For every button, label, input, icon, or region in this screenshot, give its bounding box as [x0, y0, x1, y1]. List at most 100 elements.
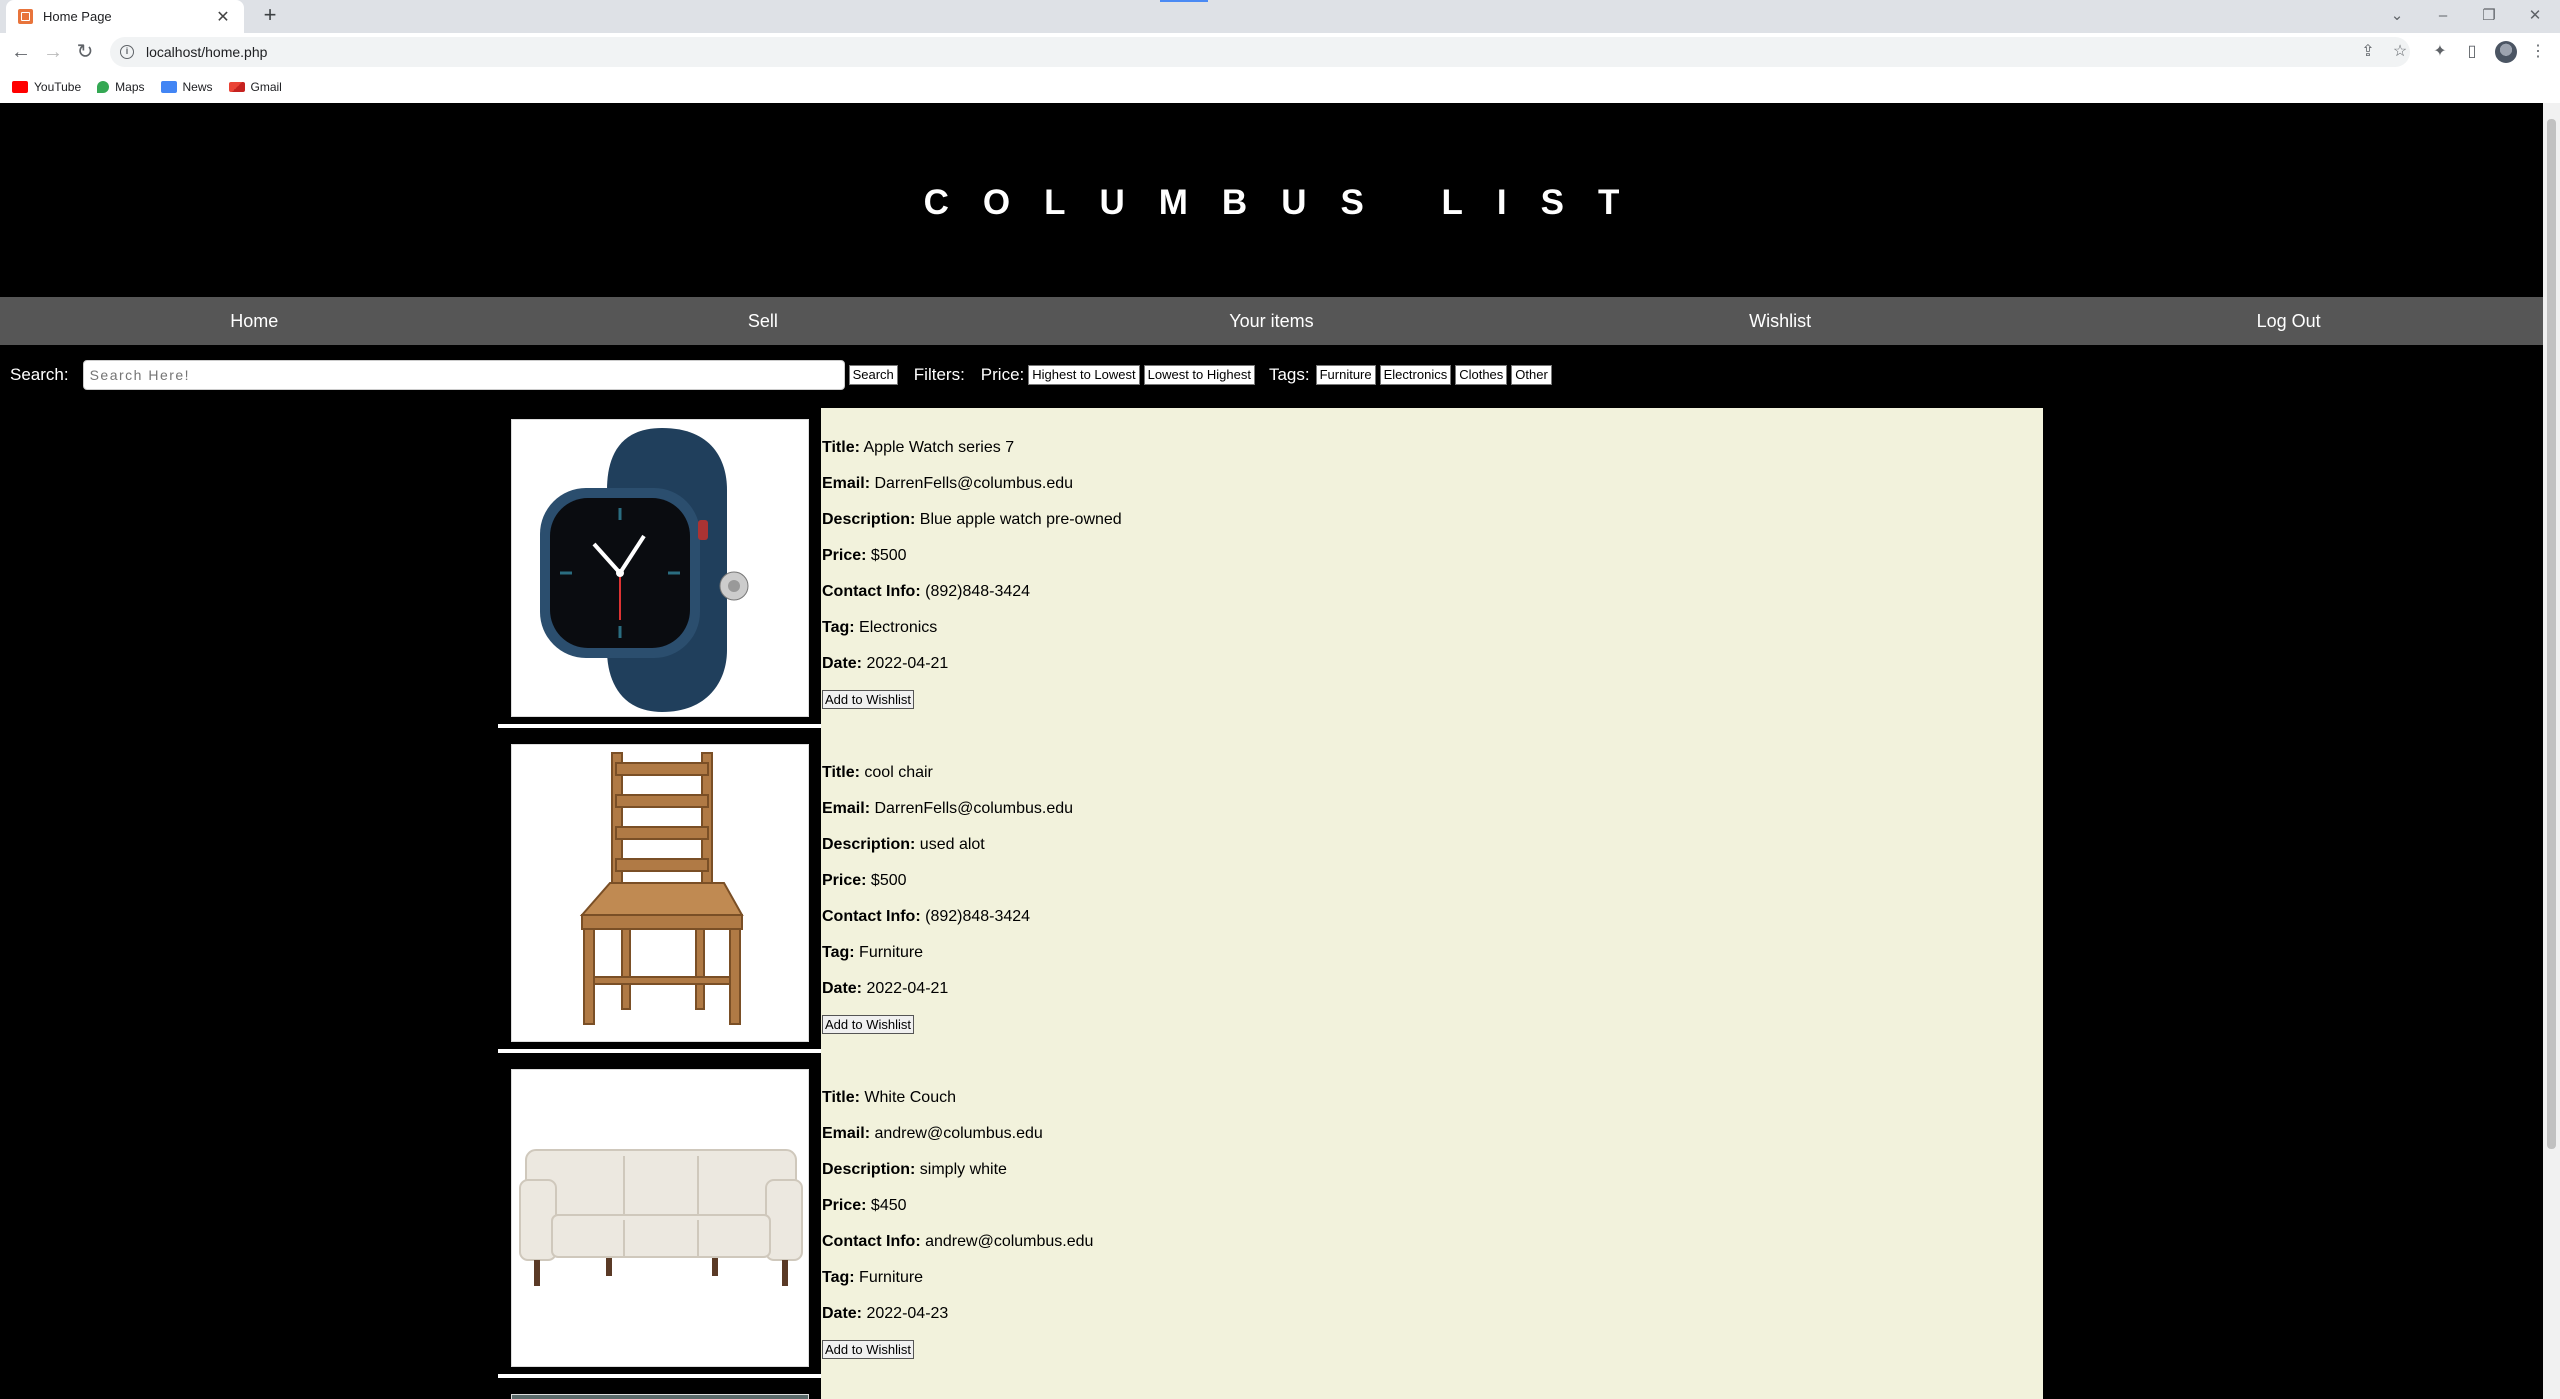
tag-clothes-button[interactable]: Clothes	[1455, 365, 1508, 385]
date-label: Date:	[822, 655, 863, 672]
tag-furniture-button[interactable]: Furniture	[1315, 365, 1376, 385]
maps-icon	[97, 81, 110, 93]
search-input[interactable]	[82, 360, 845, 390]
listing-description-row: Description: simply white	[822, 1160, 2043, 1196]
new-tab-icon[interactable]: +	[258, 4, 282, 28]
title-label: Title:	[822, 764, 860, 781]
listing-email-row: Email: DarrenFells@columbus.edu	[822, 474, 2043, 510]
browser-toolbar: ← → ↻ i localhost/home.php ⇪ ☆ ✦ ▯ ⋮	[0, 33, 2560, 71]
forward-icon[interactable]: →	[40, 39, 66, 65]
listing-price-row: Price: $500	[822, 546, 2043, 582]
listing-tag: Electronics	[859, 619, 938, 636]
listing-title-row: Title: Apple Watch series 7	[822, 438, 2043, 474]
bookmark-star-icon[interactable]: ☆	[2386, 37, 2414, 67]
listing-description-row: Description: used alot	[822, 835, 2043, 871]
page-scrollbar[interactable]	[2543, 103, 2560, 1399]
listing-card: Title: Apple Watch series 7 Email: Darre…	[498, 408, 2043, 733]
listing-email: DarrenFells@columbus.edu	[874, 800, 1074, 817]
tab-indicator	[1160, 0, 1208, 2]
address-bar[interactable]: i localhost/home.php	[110, 37, 2410, 67]
extensions-icon[interactable]: ✦	[2426, 37, 2454, 67]
bookmark-youtube[interactable]: YouTube	[12, 80, 81, 94]
listing-details: Title: White Couch Email: andrew@columbu…	[821, 1058, 2043, 1383]
price-label: Price:	[822, 547, 867, 564]
listing-price: $500	[870, 547, 907, 564]
nav-wishlist[interactable]: Wishlist	[1526, 297, 2035, 345]
listing-tag: Furniture	[859, 1269, 924, 1286]
price-label: Price:	[822, 1197, 867, 1214]
listing-date: 2022-04-21	[866, 980, 949, 997]
listing-card-partial	[498, 1383, 2043, 1399]
browser-tab[interactable]: Home Page ✕	[6, 0, 244, 33]
description-label: Description:	[822, 511, 916, 528]
price-label: Price:	[980, 365, 1025, 384]
menu-kebab-icon[interactable]: ⋮	[2524, 37, 2552, 67]
search-button[interactable]: Search	[848, 365, 898, 385]
minimize-icon[interactable]: –	[2420, 2, 2466, 30]
nav-home[interactable]: Home	[0, 297, 509, 345]
listings: Title: Apple Watch series 7 Email: Darre…	[498, 408, 2043, 1399]
bookmark-maps[interactable]: Maps	[97, 80, 145, 94]
nav-sell[interactable]: Sell	[509, 297, 1018, 345]
window-close-icon[interactable]: ✕	[2512, 2, 2558, 30]
back-icon[interactable]: ←	[8, 39, 34, 65]
listing-separator	[498, 1049, 821, 1053]
listing-image-column	[498, 733, 821, 1053]
filters-label: Filters:	[913, 365, 965, 384]
listing-tag: Furniture	[859, 944, 924, 961]
url-text: localhost/home.php	[146, 44, 268, 60]
listing-date-row: Date: 2022-04-21	[822, 979, 2043, 1015]
site-title: COLUMBUS LIST	[923, 183, 1654, 222]
email-label: Email:	[822, 1125, 871, 1142]
listing-details: Title: cool chair Email: DarrenFells@col…	[821, 733, 2043, 1058]
listing-date: 2022-04-23	[866, 1305, 949, 1322]
listing-title: White Couch	[864, 1089, 956, 1106]
tag-other-button[interactable]: Other	[1511, 365, 1552, 385]
wishlist-row: Add to Wishlist	[822, 1015, 2043, 1051]
xampp-favicon-icon	[18, 9, 33, 24]
wooden-chair-image	[511, 744, 809, 1042]
add-to-wishlist-button[interactable]: Add to Wishlist	[822, 1015, 914, 1034]
youtube-icon	[12, 81, 28, 93]
news-icon	[160, 81, 177, 93]
bookmark-gmail[interactable]: Gmail	[228, 80, 282, 94]
add-to-wishlist-button[interactable]: Add to Wishlist	[822, 690, 914, 709]
site-info-icon[interactable]: i	[120, 45, 134, 59]
page-viewport: COLUMBUS LIST Home Sell Your items Wishl…	[0, 103, 2543, 1399]
bookmark-label: Gmail	[250, 80, 282, 94]
listing-contact-row: Contact Info: (892)848-3424	[822, 582, 2043, 618]
listing-title-row: Title: cool chair	[822, 763, 2043, 799]
wishlist-row: Add to Wishlist	[822, 1340, 2043, 1376]
listing-description: used alot	[919, 836, 985, 853]
listing-image-column	[498, 1058, 821, 1378]
side-panel-icon[interactable]: ▯	[2458, 37, 2486, 67]
listing-price-row: Price: $500	[822, 871, 2043, 907]
profile-avatar[interactable]	[2495, 41, 2517, 63]
bookmark-news[interactable]: News	[160, 80, 213, 94]
listing-description: Blue apple watch pre-owned	[919, 511, 1122, 528]
tag-label: Tag:	[822, 944, 855, 961]
scrollbar-thumb[interactable]	[2547, 119, 2556, 1149]
listing-card: Title: White Couch Email: andrew@columbu…	[498, 1058, 2043, 1383]
listing-contact: andrew@columbus.edu	[925, 1233, 1094, 1250]
nav-your-items[interactable]: Your items	[1017, 297, 1526, 345]
tag-electronics-button[interactable]: Electronics	[1379, 365, 1452, 385]
add-to-wishlist-button[interactable]: Add to Wishlist	[822, 1340, 914, 1359]
bookmark-label: News	[182, 80, 213, 94]
listing-image-partial	[511, 1394, 809, 1399]
contact-label: Contact Info:	[822, 908, 921, 925]
close-tab-icon[interactable]: ✕	[214, 7, 232, 27]
listing-date: 2022-04-21	[866, 655, 949, 672]
reload-icon[interactable]: ↻	[72, 39, 98, 65]
nav-log-out[interactable]: Log Out	[2034, 297, 2543, 345]
listing-tag-row: Tag: Furniture	[822, 1268, 2043, 1304]
tab-search-icon[interactable]: ⌄	[2374, 2, 2420, 30]
bookmarks-bar: YouTube Maps News Gmail	[0, 71, 2560, 103]
restore-icon[interactable]: ❐	[2466, 2, 2512, 30]
share-icon[interactable]: ⇪	[2354, 37, 2382, 67]
listing-email: andrew@columbus.edu	[874, 1125, 1043, 1142]
price-low-to-high-button[interactable]: Lowest to Highest	[1143, 365, 1255, 385]
price-high-to-low-button[interactable]: Highest to Lowest	[1028, 365, 1140, 385]
listing-price-row: Price: $450	[822, 1196, 2043, 1232]
browser-tabstrip: Home Page ✕ + ⌄ – ❐ ✕	[0, 0, 2560, 33]
